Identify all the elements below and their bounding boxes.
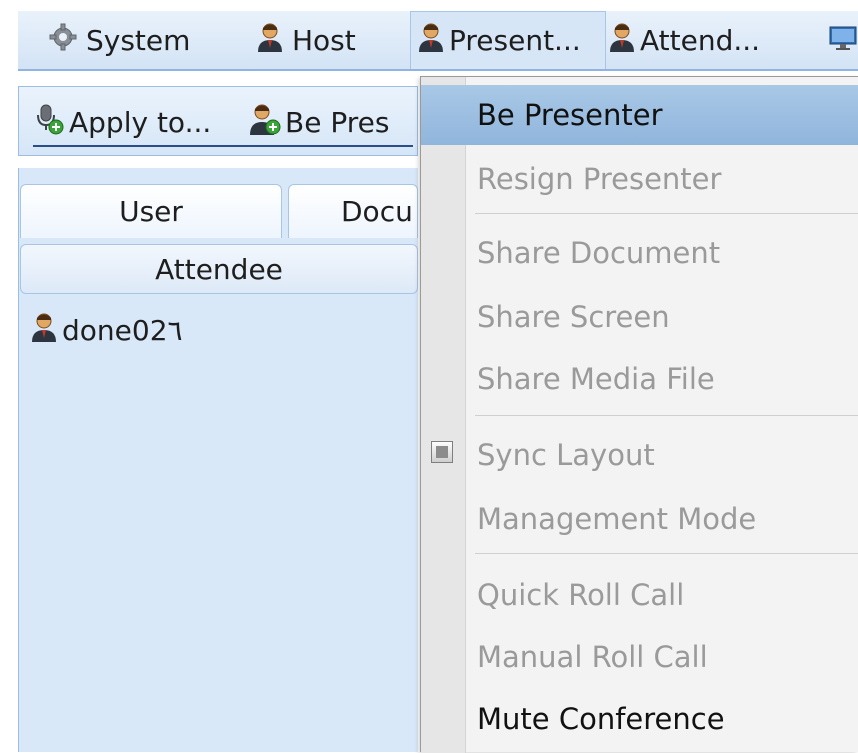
menu-item-label: Mute Conference	[477, 702, 725, 736]
menu-presenter-label: Present...	[449, 24, 581, 57]
tab-document-label: Docu	[341, 195, 413, 228]
attendee-header-label: Attendee	[155, 252, 283, 286]
apply-to-label: Apply to...	[69, 105, 212, 139]
menu-item-label: Share Document	[477, 236, 721, 270]
menu-item-label: Manual Roll Call	[477, 640, 708, 674]
menu-item-label: Quick Roll Call	[477, 578, 685, 612]
menu-item-resign-presenter[interactable]: Resign Presenter	[421, 149, 858, 209]
menu-item-label: Sync Layout	[477, 438, 655, 472]
list-item[interactable]: done02٦	[30, 308, 183, 352]
window-edge	[0, 0, 18, 752]
attendee-name: done02٦	[62, 313, 183, 347]
menu-attendee[interactable]: Attend...	[608, 11, 760, 69]
microphone-add-icon	[33, 103, 65, 142]
menu-item-label: Share Media File	[477, 362, 715, 396]
user-icon	[256, 22, 284, 59]
menu-item-label: Share Screen	[477, 300, 670, 334]
menubar: System Host Present... Attend...	[18, 11, 858, 71]
menu-separator	[475, 213, 858, 214]
gear-icon	[48, 22, 78, 59]
user-icon	[417, 22, 445, 59]
checkbox-icon	[431, 441, 453, 463]
tab-user[interactable]: User	[20, 184, 282, 238]
toolbar: Apply to... Be Pres	[18, 86, 418, 156]
tab-document[interactable]: Docu	[288, 184, 418, 238]
user-icon	[608, 22, 636, 59]
menu-presenter[interactable]: Present...	[410, 11, 606, 69]
menu-item-manual-roll-call[interactable]: Manual Roll Call	[421, 627, 858, 687]
menu-host[interactable]: Host	[256, 11, 356, 69]
attendee-column-header[interactable]: Attendee	[20, 244, 418, 294]
presenter-dropdown-menu: Be Presenter Resign Presenter Share Docu…	[420, 76, 858, 753]
menu-separator	[475, 553, 858, 554]
menu-item-sync-layout[interactable]: Sync Layout	[421, 425, 858, 485]
user-add-icon	[249, 103, 281, 142]
menu-host-label: Host	[292, 23, 356, 57]
toolbar-underline	[33, 145, 413, 147]
menu-item-label: Resign Presenter	[477, 162, 722, 196]
monitor-icon	[828, 22, 858, 59]
menu-system[interactable]: System	[48, 11, 190, 69]
menu-separator	[475, 415, 858, 416]
be-presenter-label: Be Pres	[285, 105, 390, 139]
tab-user-label: User	[119, 195, 183, 228]
menu-item-share-document[interactable]: Share Document	[421, 223, 858, 283]
user-icon	[30, 312, 58, 349]
menu-item-share-screen[interactable]: Share Screen	[421, 287, 858, 347]
menu-item-be-presenter[interactable]: Be Presenter	[421, 85, 858, 145]
menu-item-label: Management Mode	[477, 502, 757, 536]
menu-screen[interactable]	[828, 11, 858, 69]
menu-item-share-media-file[interactable]: Share Media File	[421, 349, 858, 409]
menu-item-mute-conference[interactable]: Mute Conference	[421, 689, 858, 749]
menu-item-management-mode[interactable]: Management Mode	[421, 489, 858, 549]
menu-item-label: Be Presenter	[477, 98, 663, 132]
menu-attendee-label: Attend...	[640, 23, 761, 57]
menu-system-label: System	[86, 23, 191, 57]
menu-item-quick-roll-call[interactable]: Quick Roll Call	[421, 565, 858, 625]
